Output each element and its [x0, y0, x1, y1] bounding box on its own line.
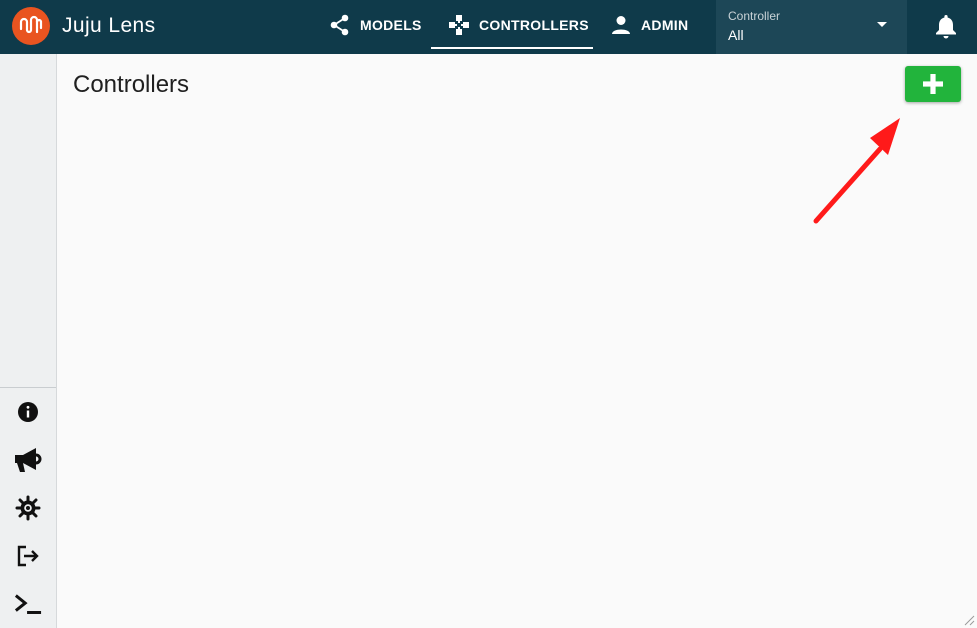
- person-icon: [612, 16, 630, 34]
- page-title: Controllers: [73, 71, 190, 98]
- logout-icon[interactable]: [14, 542, 42, 570]
- share-icon: [330, 14, 349, 36]
- terminal-icon[interactable]: [14, 590, 42, 618]
- tab-controllers[interactable]: CONTROLLERS: [431, 0, 593, 50]
- megaphone-icon[interactable]: [14, 446, 42, 474]
- info-icon[interactable]: [14, 398, 42, 426]
- dropdown-arrow-icon: [877, 22, 887, 27]
- gamepad-icon: [449, 15, 469, 35]
- tab-models-label: MODELS: [360, 17, 422, 33]
- notifications-bell-icon[interactable]: [934, 13, 958, 39]
- tab-models[interactable]: MODELS: [330, 0, 422, 50]
- annotation-arrow: [813, 118, 900, 224]
- main-content: Controllers: [57, 54, 977, 628]
- sidebar: [0, 54, 57, 628]
- juju-logo[interactable]: [12, 7, 50, 45]
- plus-icon: [923, 74, 943, 94]
- app-title: Juju Lens: [62, 14, 156, 37]
- sidebar-divider: [0, 387, 56, 388]
- top-app-bar: Juju Lens MODELS CONTROLLERS ADMIN Contr…: [0, 0, 977, 54]
- controller-select[interactable]: Controller All: [716, 0, 907, 54]
- resize-grip-icon[interactable]: [963, 614, 975, 626]
- bug-icon[interactable]: [14, 494, 42, 522]
- active-tab-indicator: [431, 47, 593, 49]
- tab-admin[interactable]: ADMIN: [611, 0, 688, 50]
- add-controller-button[interactable]: [905, 66, 961, 102]
- tab-admin-label: ADMIN: [641, 17, 689, 33]
- controller-select-label: Controller: [728, 9, 781, 23]
- controller-select-value: All: [728, 27, 744, 43]
- tab-controllers-label: CONTROLLERS: [479, 17, 589, 33]
- juju-logo-icon: [19, 15, 43, 34]
